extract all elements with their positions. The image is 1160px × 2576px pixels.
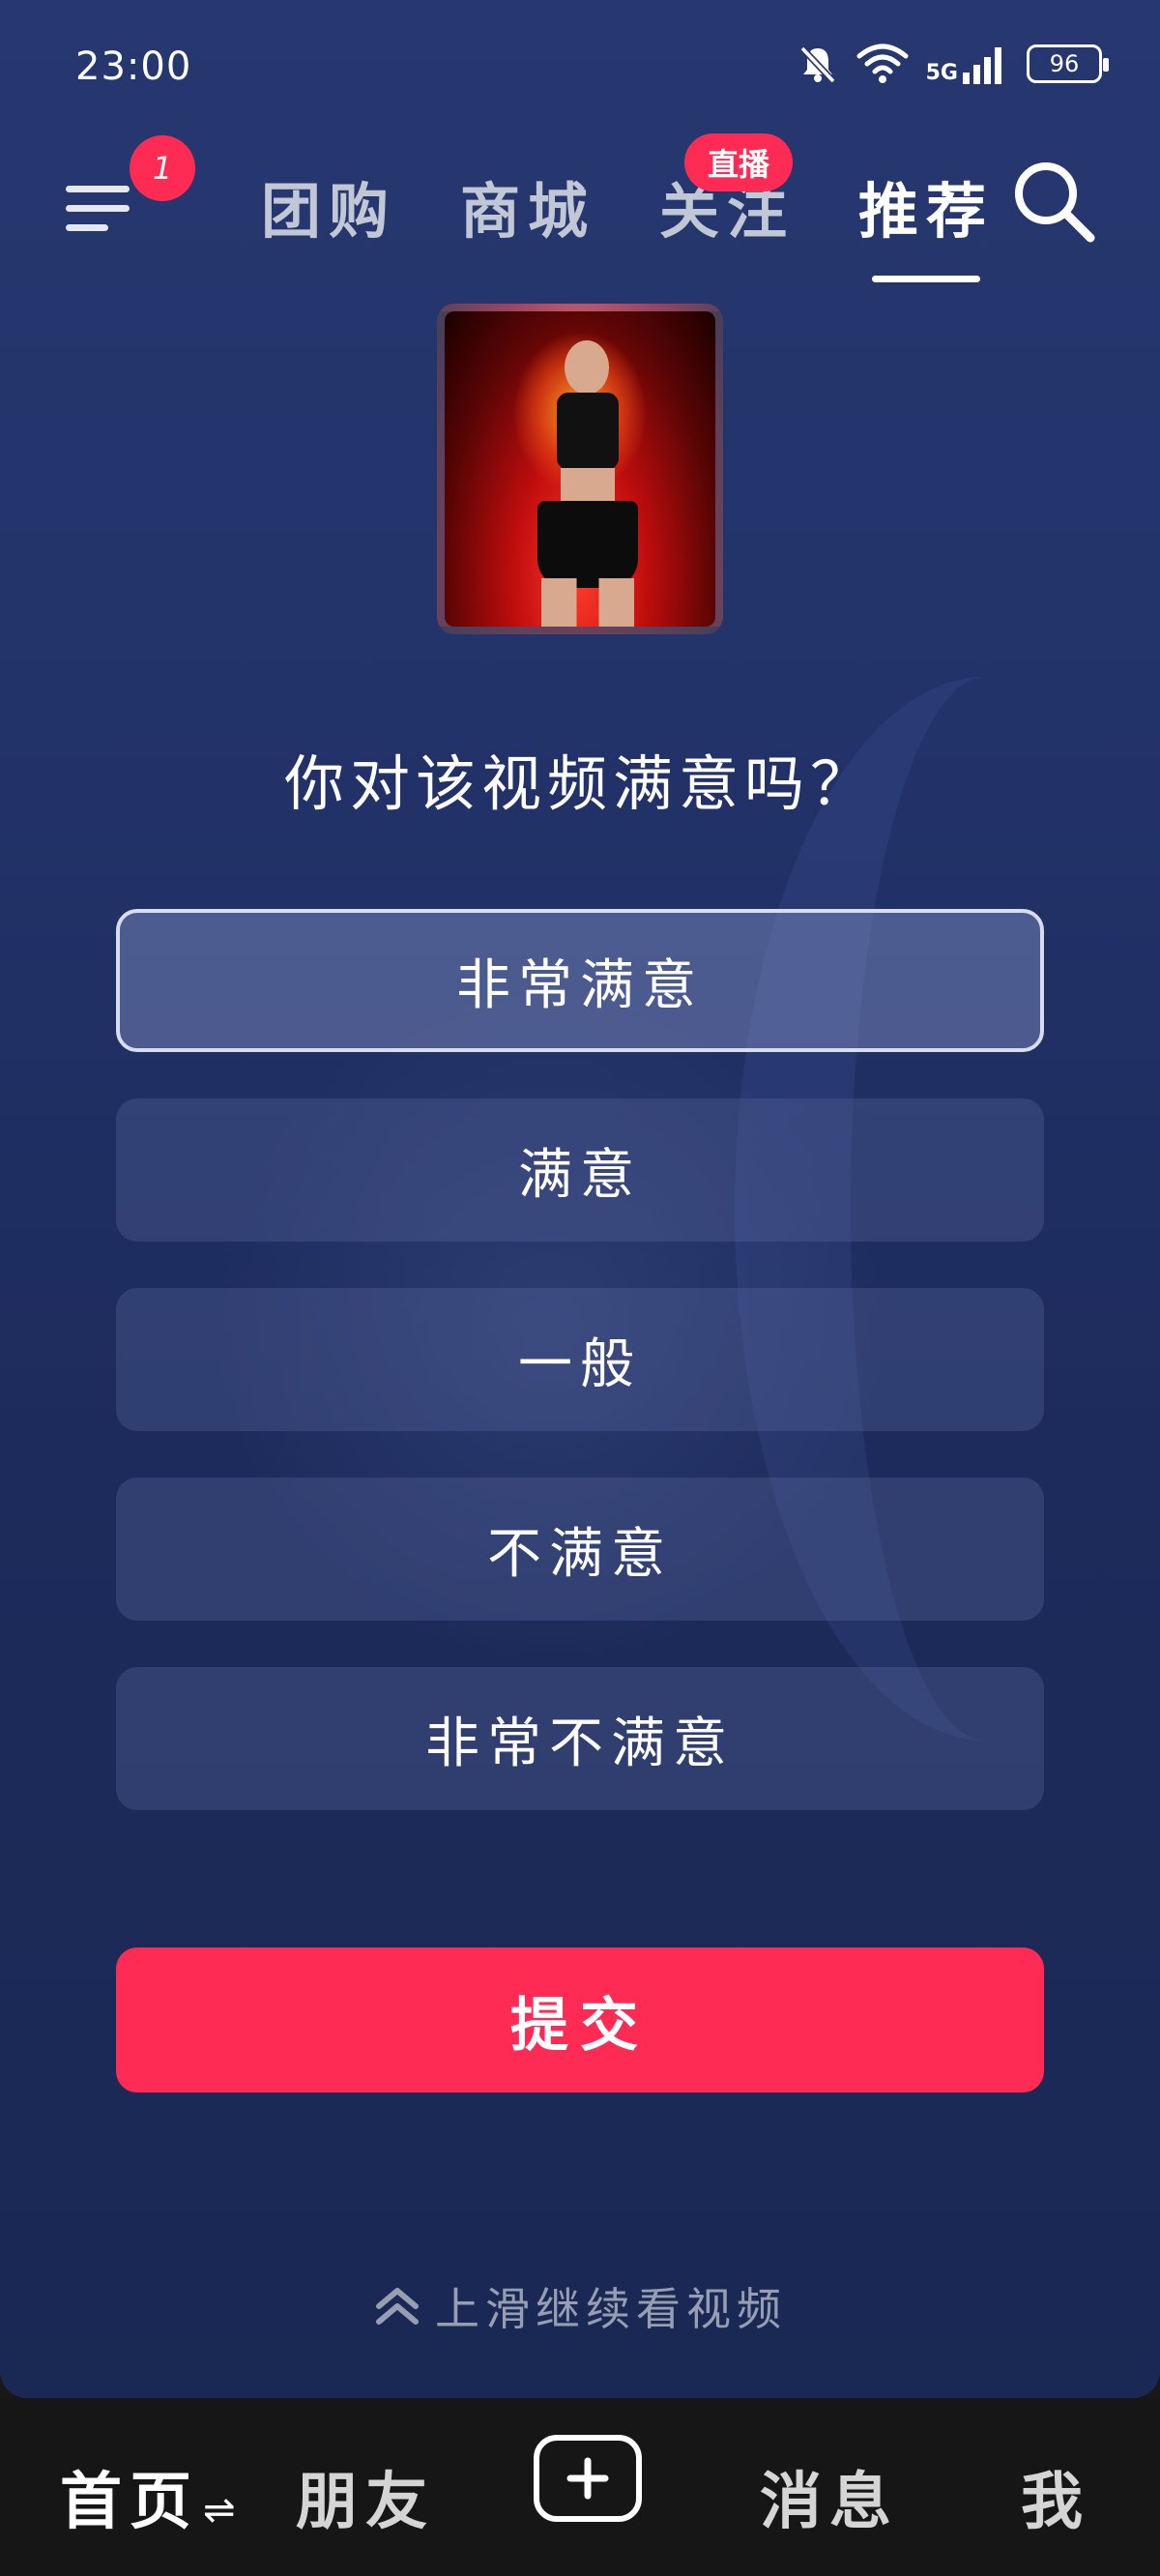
tab-recommended[interactable]: 推荐 [858,162,994,282]
survey-options: 非常满意 满意 一般 不满意 非常不满意 [116,909,1044,1857]
option-dissatisfied[interactable]: 不满意 [116,1478,1044,1621]
top-navigation: 1 团购 商城 关注 推荐 直播 [0,133,1160,282]
menu-button[interactable] [60,164,137,242]
submit-button[interactable]: 提交 [116,1947,1044,2093]
survey-question: 你对该视频满意吗？ [283,748,876,819]
create-button[interactable] [534,2435,642,2522]
nav-tabs: 团购 商城 关注 推荐 [261,162,994,282]
nav-me[interactable]: 我 [1021,2452,1090,2541]
tab-group-buy[interactable]: 团购 [261,162,396,249]
cellular-group: 5G [926,44,1009,84]
live-badge[interactable]: 直播 [684,133,793,191]
nav-friends[interactable]: 朋友 [296,2452,435,2541]
nav-home-label: 首页 [60,2467,199,2538]
notification-badge: 1 [130,135,195,201]
search-icon[interactable] [1007,155,1100,248]
mute-icon [799,45,836,84]
double-chevron-up-icon [376,2288,419,2325]
thumbnail-figure-legs [541,578,634,627]
status-bar: 23:00 5G 96 [0,0,1160,135]
thumbnail-figure-skirt [537,501,638,588]
thumbnail-figure-head [565,340,609,395]
wifi-icon [856,44,909,83]
tab-mall[interactable]: 商城 [460,162,595,249]
option-very-satisfied[interactable]: 非常满意 [116,909,1044,1052]
nav-home[interactable]: 首页 ⇌ [60,2452,244,2541]
status-time: 23:00 [75,44,192,89]
signal-icon [963,47,1001,84]
option-satisfied[interactable]: 满意 [116,1098,1044,1242]
bottom-navigation: 首页 ⇌ 朋友 消息 我 [0,2398,1160,2576]
refresh-icon: ⇌ [203,2488,244,2532]
plus-icon [566,2457,609,2500]
feed-screen: 23:00 5G 96 1 团购 商城 关注 推荐 直播 你对该视频满意吗？ 非… [0,0,1160,2398]
swipe-hint[interactable]: 上滑继续看视频 [0,2274,1160,2338]
option-very-dissatisfied[interactable]: 非常不满意 [116,1667,1044,1810]
menu-line [66,205,130,212]
option-neutral[interactable]: 一般 [116,1288,1044,1431]
battery-icon: 96 [1027,44,1109,83]
menu-line [66,224,108,231]
thumbnail-figure-top [557,393,619,470]
swipe-hint-text: 上滑继续看视频 [435,2283,787,2335]
menu-line [66,186,130,192]
video-thumbnail [437,304,723,634]
network-type: 5G [925,61,958,85]
nav-messages[interactable]: 消息 [760,2452,899,2541]
status-icons: 5G 96 [797,43,1109,85]
battery-level: 96 [1049,50,1080,77]
